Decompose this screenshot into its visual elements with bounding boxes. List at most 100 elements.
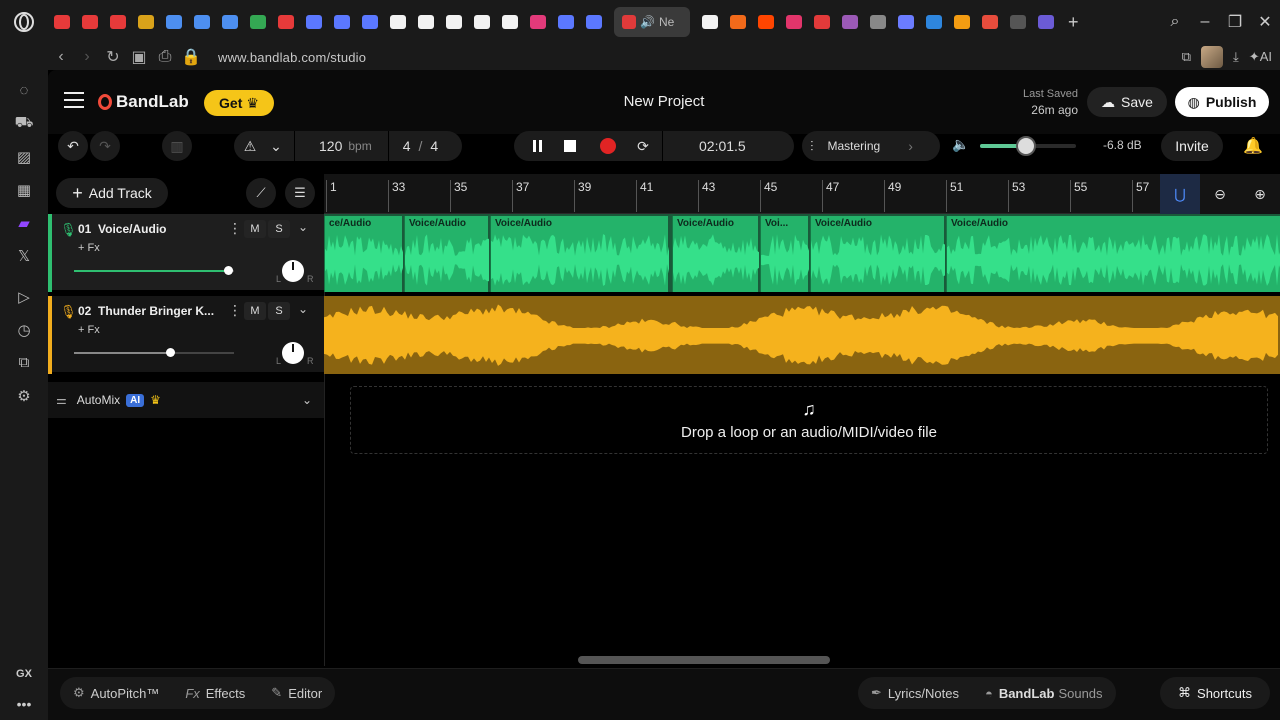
- crypto-wallet-icon[interactable]: ⛟: [0, 107, 48, 140]
- tab-favicon-icon[interactable]: [468, 8, 496, 36]
- timeline-ruler[interactable]: ⋃ ⊖ ⊕ 1 33 35 37 39 41 43 45 47 49 51 53 55 57: [324, 174, 1280, 214]
- master-volume-slider[interactable]: [980, 136, 1076, 156]
- audio-clip[interactable]: Voi...: [760, 216, 809, 292]
- twitch-icon[interactable]: ▰: [0, 206, 48, 239]
- profile-avatar[interactable]: [1201, 46, 1224, 68]
- tab-favicon-icon[interactable]: [216, 8, 244, 36]
- download-icon[interactable]: ⤓: [1233, 49, 1239, 65]
- automix-row[interactable]: ⚌ AutoMix AI ♛ ⌄: [48, 382, 324, 418]
- history-icon[interactable]: ◷: [0, 313, 48, 346]
- audio-clip[interactable]: Voice/Audio: [404, 216, 489, 292]
- bandlab-sounds-button[interactable]: ◓ BandLab Sounds: [972, 686, 1116, 701]
- gx-label[interactable]: GX: [16, 668, 32, 680]
- tab-favicon-icon[interactable]: [752, 8, 780, 36]
- tab-favicon-icon[interactable]: [976, 8, 1004, 36]
- tab-favicon-icon[interactable]: [244, 8, 272, 36]
- tab-favicon-icon[interactable]: [1004, 8, 1032, 36]
- track-header-1[interactable]: 🎙 01 Voice/Audio + Fx ⋮ M S ⌄ L R: [48, 214, 324, 292]
- metronome-dropdown-icon[interactable]: ⌄: [266, 138, 286, 155]
- back-icon[interactable]: ‹: [48, 48, 74, 66]
- track-volume-knob[interactable]: [166, 348, 175, 357]
- undo-button[interactable]: ↶: [58, 131, 88, 161]
- tab-favicon-icon[interactable]: [780, 8, 808, 36]
- pan-knob[interactable]: [282, 342, 304, 364]
- voice-track-lane[interactable]: ce/Audio Voice/Audio Voice/Audio Voice/Audi…: [324, 214, 1280, 292]
- url-text[interactable]: www.bandlab.com/studio: [218, 50, 366, 65]
- close-window-button[interactable]: ✕: [1250, 12, 1280, 32]
- tab-favicon-icon[interactable]: [104, 8, 132, 36]
- tab-favicon-icon[interactable]: [300, 8, 328, 36]
- track-settings-icon[interactable]: ☰: [285, 178, 315, 208]
- get-membership-button[interactable]: Get ♛: [204, 90, 274, 116]
- lyrics-notes-button[interactable]: ✒ Lyrics/Notes: [858, 685, 972, 701]
- tab-favicon-icon[interactable]: [864, 8, 892, 36]
- horizontal-scrollbar[interactable]: [578, 656, 830, 664]
- x-icon[interactable]: 𝕏: [0, 239, 48, 272]
- tab-favicon-icon[interactable]: [328, 8, 356, 36]
- aria-icon[interactable]: ◌: [0, 74, 48, 107]
- chevron-down-icon[interactable]: ⌄: [302, 393, 312, 407]
- new-tab-button[interactable]: +: [1068, 12, 1079, 33]
- menu-icon[interactable]: [64, 92, 84, 108]
- tab-favicon-icon[interactable]: [160, 8, 188, 36]
- audio-clip[interactable]: Voice/Audio: [490, 216, 669, 292]
- track-volume-slider[interactable]: [74, 266, 234, 275]
- volume-icon[interactable]: 🔈: [952, 136, 969, 153]
- extensions-icon[interactable]: ⧉: [1182, 49, 1191, 65]
- search-tabs-icon[interactable]: ⌕: [1160, 13, 1190, 31]
- player-icon[interactable]: ▷: [0, 280, 48, 313]
- track-name[interactable]: 01 Voice/Audio: [78, 222, 218, 236]
- keyboard-icon[interactable]: ▥: [162, 131, 192, 161]
- tab-favicon-icon[interactable]: [696, 8, 724, 36]
- track-more-icon[interactable]: ⋮: [228, 220, 242, 237]
- metronome-icon[interactable]: ⚠: [234, 138, 266, 155]
- drop-zone[interactable]: ♫ Drop a loop or an audio/MIDI/video fil…: [350, 386, 1268, 454]
- messenger-icon[interactable]: ▦: [0, 173, 48, 206]
- tab-favicon-icon[interactable]: [76, 8, 104, 36]
- automation-icon[interactable]: ⟋: [246, 178, 276, 208]
- tab-favicon-icon[interactable]: [356, 8, 384, 36]
- tab-favicon-icon[interactable]: [1032, 8, 1060, 36]
- extensions-sidebar-icon[interactable]: ⧉: [0, 346, 48, 379]
- shortcuts-button[interactable]: ⌘ Shortcuts: [1160, 677, 1270, 709]
- tab-favicon-icon[interactable]: [892, 8, 920, 36]
- loop-icon[interactable]: ⟳: [636, 138, 650, 155]
- tab-favicon-icon[interactable]: [552, 8, 580, 36]
- add-fx-button[interactable]: + Fx: [78, 324, 100, 336]
- snap-magnet-icon[interactable]: ⋃: [1160, 174, 1200, 214]
- instrument-track-lane[interactable]: [324, 296, 1280, 374]
- minimize-button[interactable]: –: [1190, 13, 1220, 31]
- tab-favicon-icon[interactable]: [836, 8, 864, 36]
- stop-button[interactable]: [560, 140, 580, 152]
- solo-button[interactable]: S: [268, 220, 290, 238]
- effects-button[interactable]: Fx Effects: [172, 686, 258, 701]
- tab-favicon-icon[interactable]: [412, 8, 440, 36]
- forward-icon[interactable]: ›: [74, 48, 100, 66]
- snapshot-icon[interactable]: ▣: [126, 47, 152, 67]
- time-signature-numerator[interactable]: 4: [403, 138, 411, 154]
- bpm-value[interactable]: 120: [319, 138, 342, 154]
- mute-button[interactable]: M: [244, 302, 266, 320]
- tab-favicon-icon[interactable]: [724, 8, 752, 36]
- tab-favicon-icon[interactable]: [808, 8, 836, 36]
- mastering-button[interactable]: ⫶ Mastering ›: [802, 131, 940, 161]
- audio-clip[interactable]: Voice/Audio: [946, 216, 1280, 292]
- autopitch-button[interactable]: ⚙ AutoPitch™: [60, 685, 172, 701]
- zoom-in-icon[interactable]: ⊕: [1240, 186, 1280, 203]
- save-button[interactable]: ☁ Save: [1087, 87, 1167, 117]
- track-name[interactable]: 02 Thunder Bringer K...: [78, 304, 218, 318]
- audio-clip[interactable]: Voice/Audio: [810, 216, 945, 292]
- publish-button[interactable]: ◍ Publish: [1175, 87, 1269, 117]
- more-icon[interactable]: •••: [17, 696, 32, 712]
- print-icon[interactable]: ⎙: [152, 48, 178, 66]
- editor-button[interactable]: ✎ Editor: [258, 685, 335, 701]
- tab-favicon-icon[interactable]: [48, 8, 76, 36]
- tab-favicon-icon[interactable]: [496, 8, 524, 36]
- active-tab[interactable]: 🔊 Ne: [614, 7, 690, 37]
- pause-button[interactable]: [514, 140, 560, 152]
- mute-button[interactable]: M: [244, 220, 266, 238]
- maximize-button[interactable]: ❐: [1220, 12, 1250, 32]
- pan-knob[interactable]: [282, 260, 304, 282]
- audio-clip[interactable]: ce/Audio: [324, 216, 403, 292]
- tab-favicon-icon[interactable]: [188, 8, 216, 36]
